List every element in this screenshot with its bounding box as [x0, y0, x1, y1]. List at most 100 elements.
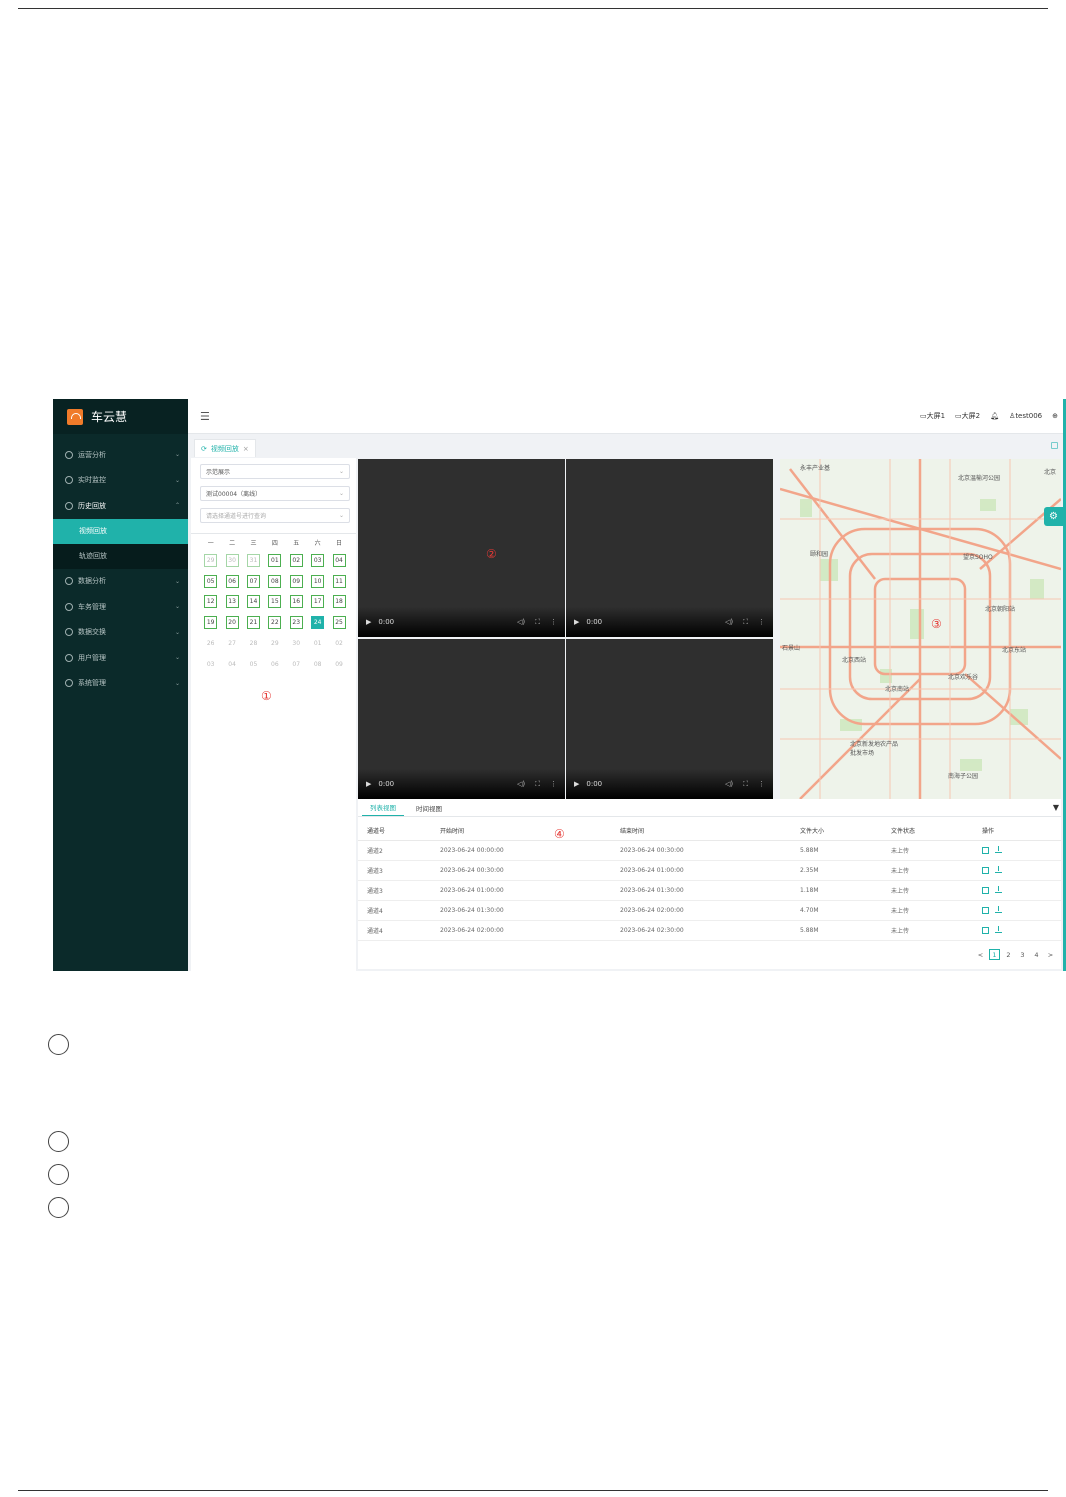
tab-video-playback[interactable]: ⟳ 视频回放 ×	[194, 439, 256, 457]
play-record-icon[interactable]	[982, 866, 989, 874]
refresh-icon[interactable]: ⟳	[201, 445, 207, 453]
calendar-day[interactable]: 01	[307, 633, 328, 654]
more-icon[interactable]: ⋮	[550, 618, 557, 626]
calendar-day[interactable]: 17	[307, 592, 328, 613]
calendar-day[interactable]: 09	[286, 571, 307, 592]
vehicle-select[interactable]: 测试00004（离线） ⌄	[200, 486, 350, 501]
calendar-day[interactable]: 21	[243, 612, 264, 633]
calendar-day[interactable]: 16	[286, 592, 307, 613]
user-menu[interactable]: ♙test006	[1009, 412, 1042, 420]
fullscreen-icon[interactable]: ⛶	[743, 618, 748, 627]
calendar-day[interactable]: 26	[200, 633, 221, 654]
calendar-day[interactable]: 13	[221, 592, 242, 613]
calendar-day[interactable]: 08	[307, 654, 328, 675]
fullscreen-icon[interactable]: ⛶	[743, 780, 748, 789]
play-record-icon[interactable]	[982, 926, 989, 934]
calendar-day[interactable]: 15	[264, 592, 285, 613]
calendar-day[interactable]: 30	[286, 633, 307, 654]
volume-icon[interactable]: ◁)	[517, 780, 525, 788]
big-screen-1-link[interactable]: ▭大屏1	[920, 411, 945, 421]
calendar-day[interactable]: 27	[221, 633, 242, 654]
calendar-day[interactable]: 10	[307, 571, 328, 592]
calendar-day[interactable]: 19	[200, 612, 221, 633]
calendar-day[interactable]: 28	[243, 633, 264, 654]
calendar-day[interactable]: 07	[243, 571, 264, 592]
upload-icon[interactable]	[995, 866, 1002, 873]
calendar-day[interactable]: 02	[328, 633, 349, 654]
upload-icon[interactable]	[995, 906, 1002, 913]
calendar-day[interactable]: 04	[221, 654, 242, 675]
video-player-2[interactable]: ▶ 0:00 ◁) ⛶ ⋮	[566, 459, 773, 637]
menu-fold-icon[interactable]: ☰	[200, 410, 210, 423]
calendar-day[interactable]: 24	[307, 612, 328, 633]
play-icon[interactable]: ▶	[574, 618, 579, 626]
sidebar-item-data-analysis[interactable]: 数据分析 ⌄	[53, 569, 188, 595]
sidebar-item-vehicle-mgmt[interactable]: 车务管理 ⌄	[53, 594, 188, 620]
map-view[interactable]: 永丰产业基 北京温榆河公园 北京 望京SOHO 颐和园 北京朝阳站 石景山 北京…	[780, 459, 1061, 799]
calendar-day[interactable]: 03	[307, 550, 328, 571]
calendar-day[interactable]: 31	[243, 550, 264, 571]
video-player-3[interactable]: ▶ 0:00 ◁) ⛶ ⋮	[358, 639, 565, 799]
calendar-day[interactable]: 02	[286, 550, 307, 571]
volume-icon[interactable]: ◁)	[725, 618, 733, 626]
more-icon[interactable]: ⋮	[758, 618, 765, 626]
sidebar-item-user-mgmt[interactable]: 用户管理 ⌄	[53, 645, 188, 671]
page-number-button[interactable]: 1	[989, 949, 1000, 960]
page-number-button[interactable]: 3	[1017, 949, 1028, 960]
sidebar-item-ops-analysis[interactable]: 运营分析 ⌄	[53, 442, 188, 468]
calendar-day[interactable]: 20	[221, 612, 242, 633]
sidebar-subitem-video-playback[interactable]: 视频回放	[53, 518, 188, 544]
calendar-day[interactable]: 03	[200, 654, 221, 675]
big-screen-2-link[interactable]: ▭大屏2	[955, 411, 980, 421]
fullscreen-icon[interactable]: ⛶	[535, 780, 540, 789]
video-player-1[interactable]: ② ▶ 0:00 ◁) ⛶ ⋮	[358, 459, 565, 637]
tab-close-icon[interactable]: ×	[243, 445, 249, 453]
calendar-day[interactable]: 29	[264, 633, 285, 654]
settings-gear-button[interactable]: ⚙	[1044, 507, 1063, 526]
upload-icon[interactable]	[995, 846, 1002, 853]
prev-page-button[interactable]: <	[975, 949, 986, 960]
calendar-day[interactable]: 04	[328, 550, 349, 571]
calendar-day[interactable]: 06	[264, 654, 285, 675]
calendar-day[interactable]: 09	[328, 654, 349, 675]
calendar-day[interactable]: 25	[328, 612, 349, 633]
upload-icon[interactable]	[995, 926, 1002, 933]
upload-icon[interactable]	[995, 886, 1002, 893]
calendar-day[interactable]: 06	[221, 571, 242, 592]
volume-icon[interactable]: ◁)	[725, 780, 733, 788]
calendar-day[interactable]: 30	[221, 550, 242, 571]
play-record-icon[interactable]	[982, 886, 989, 894]
channel-select[interactable]: 请选择通道号进行查询 ⌄	[200, 508, 350, 523]
calendar-day[interactable]: 05	[200, 571, 221, 592]
calendar-day[interactable]: 01	[264, 550, 285, 571]
page-number-button[interactable]: 2	[1003, 949, 1014, 960]
volume-icon[interactable]: ◁)	[517, 618, 525, 626]
sidebar-item-history[interactable]: 历史回放 ⌃	[53, 493, 188, 519]
more-icon[interactable]: ⋮	[758, 780, 765, 788]
calendar-day[interactable]: 14	[243, 592, 264, 613]
org-select[interactable]: 示范展示 ⌄	[200, 464, 350, 479]
calendar-day[interactable]: 08	[264, 571, 285, 592]
calendar-day[interactable]: 18	[328, 592, 349, 613]
tab-list-view[interactable]: 列表视图	[362, 799, 404, 816]
lock-icon[interactable]	[1051, 442, 1058, 449]
calendar-day[interactable]: 29	[200, 550, 221, 571]
play-record-icon[interactable]	[982, 906, 989, 914]
fullscreen-icon[interactable]: ⛶	[535, 618, 540, 627]
sidebar-item-realtime[interactable]: 实时监控 ⌄	[53, 468, 188, 494]
collapse-caret-icon[interactable]: ▼	[1053, 803, 1059, 812]
globe-icon[interactable]: ⊕	[1052, 412, 1058, 420]
play-record-icon[interactable]	[982, 846, 989, 854]
calendar-day[interactable]: 12	[200, 592, 221, 613]
calendar-day[interactable]: 23	[286, 612, 307, 633]
more-icon[interactable]: ⋮	[550, 780, 557, 788]
tab-time-view[interactable]: 时间视图	[408, 799, 450, 816]
play-icon[interactable]: ▶	[366, 780, 371, 788]
sidebar-subitem-track-playback[interactable]: 轨迹回放	[53, 543, 188, 569]
calendar-day[interactable]: 05	[243, 654, 264, 675]
video-player-4[interactable]: ▶ 0:00 ◁) ⛶ ⋮	[566, 639, 773, 799]
calendar-day[interactable]: 22	[264, 612, 285, 633]
page-number-button[interactable]: 4	[1031, 949, 1042, 960]
calendar-day[interactable]: 11	[328, 571, 349, 592]
sidebar-item-data-exchange[interactable]: 数据交换 ⌄	[53, 620, 188, 646]
